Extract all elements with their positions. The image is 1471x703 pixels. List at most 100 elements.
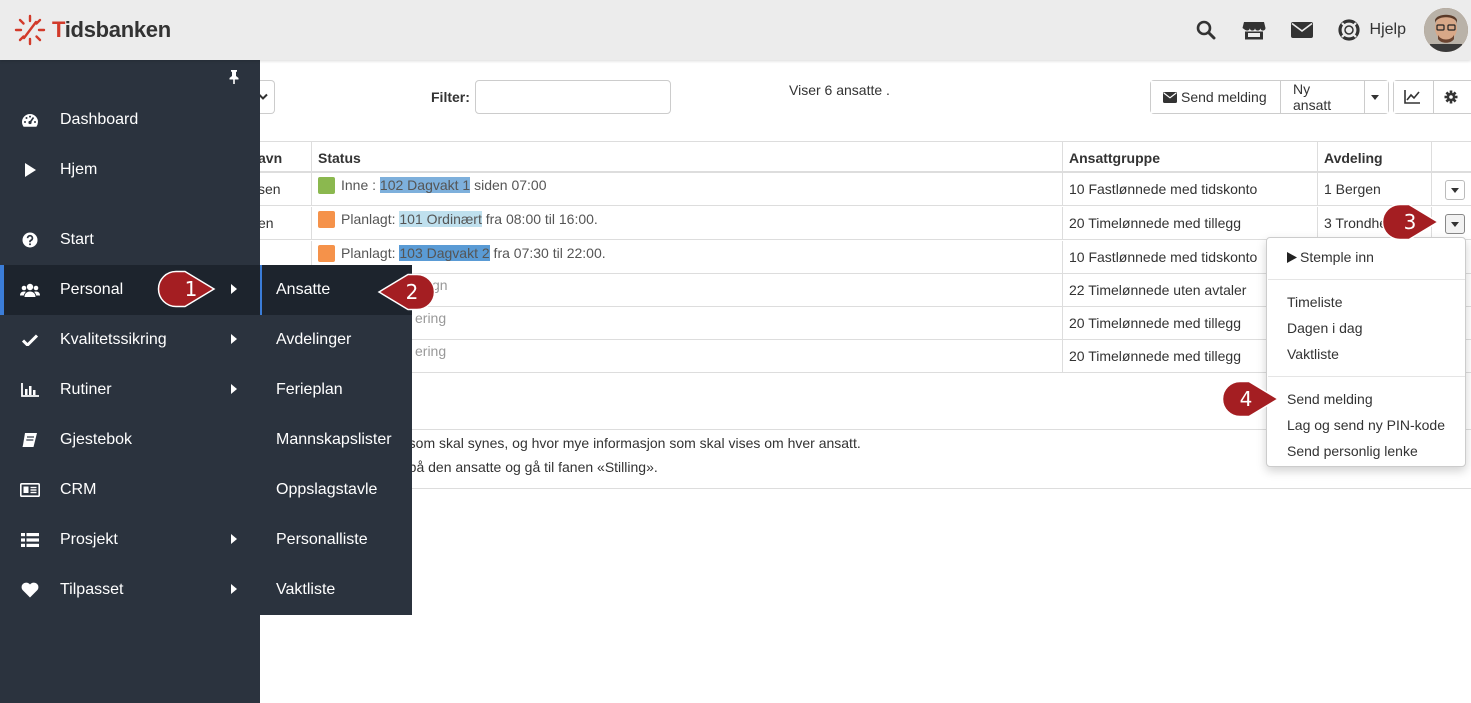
employee-department: 1 Bergen: [1317, 173, 1431, 206]
filter-input[interactable]: [475, 80, 671, 114]
sidebar-item-crm[interactable]: CRM: [0, 465, 260, 515]
new-employee-dropdown-toggle[interactable]: [1365, 81, 1388, 113]
shift-badge: 103 Dagvakt 2: [399, 245, 490, 261]
menu-item-timesheet[interactable]: Timeliste: [1287, 294, 1343, 310]
submenu-item-mannskapslister[interactable]: Mannskapslister: [260, 415, 412, 465]
status-cell: Planlagt: 103 Dagvakt 2 fra 07:30 til 22…: [311, 241, 1062, 274]
sidebar-item-tilpasset[interactable]: Tilpasset: [0, 565, 260, 615]
callout-badge: 2: [376, 273, 436, 311]
column-header-group[interactable]: Ansattgruppe: [1062, 142, 1317, 174]
column-header-status[interactable]: Status: [311, 142, 1062, 174]
users-icon: [20, 280, 40, 300]
line-chart-icon: [1403, 90, 1420, 104]
row-actions-toggle[interactable]: [1445, 180, 1465, 200]
pin-icon[interactable]: [228, 70, 240, 87]
caret-right-icon: [231, 281, 237, 299]
status-cell: ering: [311, 340, 1062, 373]
employee-count-text: Viser 6 ansatte .: [789, 82, 890, 98]
status-indicator: [318, 245, 335, 262]
callout-badge: 1: [157, 270, 217, 308]
top-bar: Tidsbanken Hjelp: [0, 0, 1471, 60]
row-actions-menu: Stemple inn Timeliste Dagen i dag Vaktli…: [1266, 237, 1466, 467]
submenu-item-personalliste[interactable]: Personalliste: [260, 515, 412, 565]
store-icon[interactable]: [1230, 0, 1278, 60]
submenu-item-avdelinger[interactable]: Avdelinger: [260, 315, 412, 365]
user-avatar[interactable]: [1424, 8, 1468, 52]
column-header-name[interactable]: avn: [252, 142, 311, 174]
sidebar-item-kvalitetssikring[interactable]: Kvalitetssikring: [0, 315, 260, 365]
sidebar-item-start[interactable]: Start: [0, 215, 260, 265]
help-link[interactable]: Hjelp: [1326, 0, 1424, 60]
envelope-icon: [1163, 91, 1177, 103]
sidebar: Dashboard Hjem Start Personal Kvalitetss…: [0, 60, 260, 703]
employee-name[interactable]: sen: [252, 173, 311, 206]
envelope-icon[interactable]: [1278, 0, 1326, 60]
menu-item-personal-link[interactable]: Send personlig lenke: [1287, 443, 1418, 459]
personal-submenu: Ansatte Avdelinger Ferieplan Mannskapsli…: [260, 265, 412, 615]
shift-badge: 101 Ordinært: [399, 211, 482, 227]
sidebar-item-personal[interactable]: Personal: [0, 265, 260, 315]
lifebuoy-icon: [1337, 19, 1360, 41]
menu-divider: [1268, 376, 1465, 377]
caret-down-icon: [1370, 94, 1379, 100]
book-icon: [20, 430, 40, 450]
shift-badge: 102 Dagvakt 1: [379, 177, 471, 193]
table-row[interactable]: en Planlagt: 101 Ordinært fra 08:00 til …: [252, 207, 1471, 240]
sidebar-item-rutiner[interactable]: Rutiner: [0, 365, 260, 415]
search-icon[interactable]: [1182, 0, 1230, 60]
submenu-item-oppslagstavle[interactable]: Oppslagstavle: [260, 465, 412, 515]
status-indicator: [318, 211, 335, 228]
info-text-line: n på den ansatte og gå til fanen «Stilli…: [397, 459, 658, 475]
table-header: avn Status Ansattgruppe Avdeling: [252, 141, 1471, 174]
status-cell: Planlagt: 101 Ordinært fra 08:00 til 16:…: [311, 207, 1062, 240]
tool-button-group: [1393, 80, 1471, 114]
sidebar-item-prosjekt[interactable]: Prosjekt: [0, 515, 260, 565]
send-message-button[interactable]: Send melding: [1151, 81, 1281, 113]
logo-mark-icon: [14, 14, 46, 46]
menu-item-shift-list[interactable]: Vaktliste: [1287, 346, 1339, 362]
list-icon: [20, 530, 40, 550]
action-button-group: Send melding Ny ansatt: [1150, 80, 1389, 114]
chart-button[interactable]: [1394, 81, 1434, 113]
table-row[interactable]: sen Inne : 102 Dagvakt 1 siden 07:00 10 …: [252, 173, 1471, 206]
logo-text: Tidsbanken: [52, 17, 171, 42]
sidebar-item-dashboard[interactable]: Dashboard: [0, 95, 260, 145]
settings-button[interactable]: [1434, 81, 1471, 113]
play-icon: [20, 160, 40, 180]
callout-badge: 4: [1221, 380, 1281, 418]
status-cell: Inne : 102 Dagvakt 1 siden 07:00: [311, 173, 1062, 206]
tidsbanken-logo[interactable]: Tidsbanken: [14, 14, 171, 46]
employee-group: 20 Timelønnede med tillegg: [1062, 207, 1317, 240]
question-icon: [20, 230, 40, 250]
employee-name[interactable]: en: [252, 207, 311, 240]
column-header-actions: [1431, 142, 1471, 174]
caret-right-icon: [231, 581, 237, 599]
callout-badge: 3: [1381, 203, 1441, 241]
sidebar-item-hjem[interactable]: Hjem: [0, 145, 260, 195]
info-text-line: e som skal synes, og hvor mye informasjo…: [397, 435, 861, 451]
heart-icon: [20, 580, 40, 600]
row-actions-toggle[interactable]: [1445, 214, 1465, 234]
status-cell: ering: [311, 307, 1062, 340]
menu-item-pin-code[interactable]: Lag og send ny PIN-kode: [1287, 417, 1445, 433]
sidebar-item-gjestebok[interactable]: Gjestebok: [0, 415, 260, 465]
caret-down-icon: [1451, 221, 1459, 227]
check-icon: [20, 330, 40, 350]
menu-item-punch-in[interactable]: Stemple inn: [1287, 249, 1374, 265]
caret-right-icon: [231, 381, 237, 399]
filter-label: Filter:: [431, 89, 470, 105]
gear-icon: [1444, 90, 1457, 104]
caret-down-icon: [1451, 187, 1459, 193]
menu-item-today[interactable]: Dagen i dag: [1287, 320, 1363, 336]
help-label: Hjelp: [1369, 21, 1406, 38]
menu-divider: [1268, 279, 1465, 280]
dashboard-icon: [20, 110, 40, 130]
menu-item-send-message[interactable]: Send melding: [1287, 391, 1373, 407]
caret-right-icon: [231, 331, 237, 349]
play-icon: [1287, 252, 1297, 263]
caret-right-icon: [231, 531, 237, 549]
column-header-department[interactable]: Avdeling: [1317, 142, 1431, 174]
new-employee-button[interactable]: Ny ansatt: [1281, 81, 1365, 113]
submenu-item-vaktliste[interactable]: Vaktliste: [260, 565, 412, 615]
submenu-item-ferieplan[interactable]: Ferieplan: [260, 365, 412, 415]
